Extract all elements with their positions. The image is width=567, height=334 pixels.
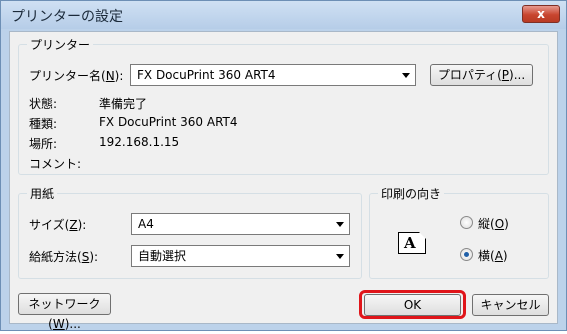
paper-group: 用紙 サイズ(Z): A4 給紙方法(S): 自動選択 bbox=[18, 185, 362, 279]
type-label: 種類: bbox=[29, 117, 58, 131]
type-value: FX DocuPrint 360 ART4 bbox=[99, 115, 238, 129]
printer-group: プリンター プリンター名(N): FX DocuPrint 360 ART4 プ… bbox=[18, 36, 549, 175]
dialog-body: プリンター プリンター名(N): FX DocuPrint 360 ART4 プ… bbox=[9, 31, 558, 331]
close-icon: x bbox=[537, 7, 545, 21]
paper-size-value: A4 bbox=[138, 217, 154, 231]
orientation-group: 印刷の向き A 縦(O) 横(A) bbox=[369, 185, 549, 279]
paper-source-label: 給紙方法(S): bbox=[29, 250, 99, 264]
landscape-label[interactable]: 横(A) bbox=[478, 247, 508, 264]
paper-group-title: 用紙 bbox=[27, 185, 58, 202]
printer-name-label: プリンター名(N): bbox=[29, 69, 124, 83]
paper-size-select[interactable]: A4 bbox=[131, 213, 350, 235]
network-button[interactable]: ネットワーク(W)... bbox=[18, 293, 111, 331]
printer-name-select[interactable]: FX DocuPrint 360 ART4 bbox=[130, 64, 416, 86]
location-value: 192.168.1.15 bbox=[99, 135, 180, 149]
close-button[interactable]: x bbox=[522, 5, 560, 23]
printer-settings-dialog: プリンターの設定 x プリンター プリンター名(N): FX DocuPrint… bbox=[0, 0, 567, 331]
ok-button[interactable]: OK bbox=[364, 294, 461, 316]
comment-label: コメント: bbox=[29, 157, 82, 171]
location-label: 場所: bbox=[29, 137, 58, 151]
landscape-page-icon: A bbox=[398, 232, 426, 254]
landscape-radio[interactable] bbox=[460, 248, 473, 261]
status-value: 準備完了 bbox=[99, 97, 148, 111]
portrait-label[interactable]: 縦(O) bbox=[478, 215, 509, 232]
chevron-down-icon bbox=[336, 222, 344, 227]
dialog-title: プリンターの設定 bbox=[11, 9, 123, 25]
paper-source-value: 自動選択 bbox=[138, 249, 187, 263]
paper-size-label: サイズ(Z): bbox=[29, 218, 87, 232]
orientation-group-title: 印刷の向き bbox=[378, 185, 445, 202]
chevron-down-icon bbox=[402, 73, 410, 78]
status-label: 状態: bbox=[29, 97, 58, 111]
portrait-radio[interactable] bbox=[460, 216, 473, 229]
printer-name-value: FX DocuPrint 360 ART4 bbox=[137, 68, 276, 82]
cancel-button[interactable]: キャンセル bbox=[472, 294, 549, 316]
printer-group-title: プリンター bbox=[27, 36, 94, 53]
chevron-down-icon bbox=[336, 254, 344, 259]
title-bar[interactable]: プリンターの設定 x bbox=[1, 1, 566, 29]
properties-button[interactable]: プロパティ(P)... bbox=[430, 64, 533, 86]
paper-source-select[interactable]: 自動選択 bbox=[131, 245, 350, 267]
